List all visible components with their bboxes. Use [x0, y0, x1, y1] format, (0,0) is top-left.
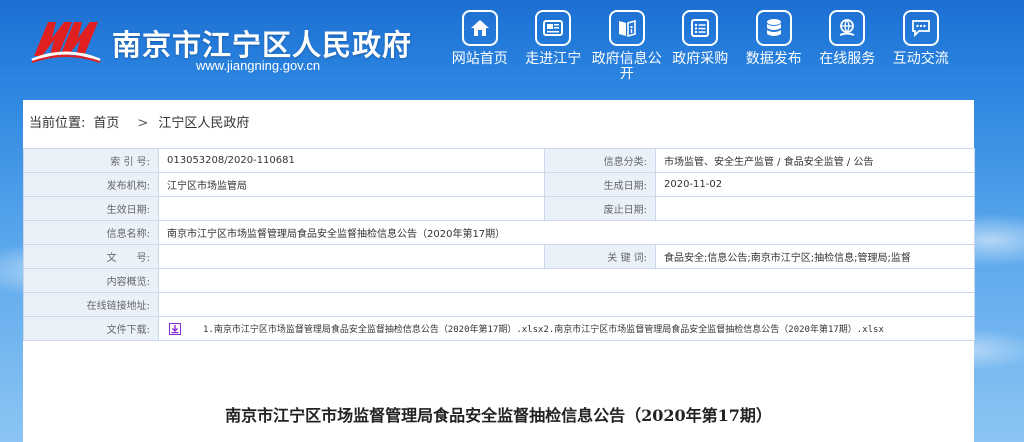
- site-url: www.jiangning.gov.cn: [196, 58, 321, 73]
- document-number-label: 文 号:: [23, 244, 159, 269]
- file-download-link[interactable]: 1.南京市江宁区市场监督管理局食品安全监督抽检信息公告（2020年第17期）.x…: [203, 325, 884, 335]
- nav-info-disclosure[interactable]: 政府信息公开: [590, 10, 664, 82]
- info-name-value: 南京市江宁区市场监督管理局食品安全监督抽检信息公告（2020年第17期）: [158, 220, 975, 245]
- breadcrumb-current-link[interactable]: 江宁区人民政府: [158, 116, 249, 131]
- home-icon: [461, 10, 498, 46]
- info-name-label: 信息名称:: [23, 220, 159, 245]
- index-number-value: 013053208/2020-110681: [158, 148, 545, 173]
- nav-interaction[interactable]: 互动交流: [884, 10, 958, 82]
- publisher-value: 江宁区市场监管局: [158, 172, 545, 197]
- publisher-label: 发布机构:: [23, 172, 159, 197]
- index-number-label: 索 引 号:: [23, 148, 159, 173]
- nav-data-release[interactable]: 数据发布: [737, 10, 811, 82]
- nav-home-label: 网站首页: [451, 51, 508, 67]
- file-download-label: 文件下载:: [23, 316, 159, 341]
- nav-procurement[interactable]: 政府采购: [664, 10, 738, 82]
- nav-about-label: 走进江宁: [525, 51, 582, 67]
- nav-about[interactable]: 走进江宁: [517, 10, 591, 82]
- keywords-label: 关 键 词:: [544, 244, 656, 269]
- download-icon[interactable]: [169, 323, 181, 335]
- content-panel: 当前位置: 首页 > 江宁区人民政府 索 引 号: 013053208/2020-11…: [23, 100, 975, 442]
- list-icon: [682, 10, 719, 46]
- nav-home[interactable]: 网站首页: [443, 10, 517, 82]
- category-label: 信息分类:: [544, 148, 656, 173]
- breadcrumb-prefix: 当前位置:: [29, 116, 86, 131]
- file-download-cell: 1.南京市江宁区市场监督管理局食品安全监督抽检信息公告（2020年第17期）.x…: [158, 316, 975, 341]
- newspaper-icon: [535, 10, 572, 46]
- metadata-table: 索 引 号: 013053208/2020-110681 信息分类: 市场监管、…: [23, 148, 975, 341]
- breadcrumb: 当前位置: 首页 > 江宁区人民政府: [23, 100, 974, 148]
- expired-date-value: [655, 196, 975, 221]
- table-row: 索 引 号: 013053208/2020-110681 信息分类: 市场监管、…: [23, 148, 975, 173]
- table-row: 文件下载: 1.南京市江宁区市场监督管理局食品安全监督抽检信息公告（2020年第…: [23, 316, 975, 341]
- database-icon: [755, 10, 792, 46]
- effective-date-label: 生效日期:: [23, 196, 159, 221]
- site-header: 南京市江宁区人民政府 www.jiangning.gov.cn 网站首页 走进江…: [0, 0, 1024, 96]
- overview-value: [158, 268, 975, 293]
- site-logo-icon[interactable]: [30, 16, 102, 66]
- document-title: 南京市江宁区市场监督管理局食品安全监督抽检信息公告（2020年第17期）: [225, 406, 772, 425]
- nav-interaction-label: 互动交流: [892, 51, 949, 67]
- online-link-label: 在线链接地址:: [23, 292, 159, 317]
- breadcrumb-home-link[interactable]: 首页: [93, 116, 119, 131]
- category-value: 市场监管、安全生产监管 / 食品安全监管 / 公告: [655, 148, 975, 173]
- globe-hand-icon: [829, 10, 866, 46]
- nav-data-release-label: 数据发布: [745, 51, 802, 67]
- main-nav: 网站首页 走进江宁 政府信息公开 政府采购 数据发布 在线服务 互动交流: [443, 10, 958, 82]
- online-link-value: [158, 292, 975, 317]
- table-row: 生效日期: 废止日期:: [23, 196, 975, 221]
- table-row: 内容概览:: [23, 268, 975, 293]
- table-row: 发布机构: 江宁区市场监管局 生成日期: 2020-11-02: [23, 172, 975, 197]
- effective-date-value: [158, 196, 545, 221]
- table-row: 信息名称: 南京市江宁区市场监督管理局食品安全监督抽检信息公告（2020年第17…: [23, 220, 975, 245]
- generated-date-label: 生成日期:: [544, 172, 656, 197]
- document-number-value: [158, 244, 545, 269]
- expired-date-label: 废止日期:: [544, 196, 656, 221]
- nav-procurement-label: 政府采购: [672, 51, 729, 67]
- chat-icon: [902, 10, 939, 46]
- table-row: 文 号: 关 键 词: 食品安全;信息公告;南京市江宁区;抽检信息;管理局;监督: [23, 244, 975, 269]
- nav-online-service-label: 在线服务: [819, 51, 876, 67]
- generated-date-value: 2020-11-02: [655, 172, 975, 197]
- keywords-value: 食品安全;信息公告;南京市江宁区;抽检信息;管理局;监督: [655, 244, 975, 269]
- table-row: 在线链接地址:: [23, 292, 975, 317]
- nav-online-service[interactable]: 在线服务: [811, 10, 885, 82]
- nav-info-disclosure-label: 政府信息公开: [591, 51, 662, 82]
- breadcrumb-separator: >: [137, 116, 149, 131]
- info-book-icon: [608, 10, 645, 46]
- overview-label: 内容概览:: [23, 268, 159, 293]
